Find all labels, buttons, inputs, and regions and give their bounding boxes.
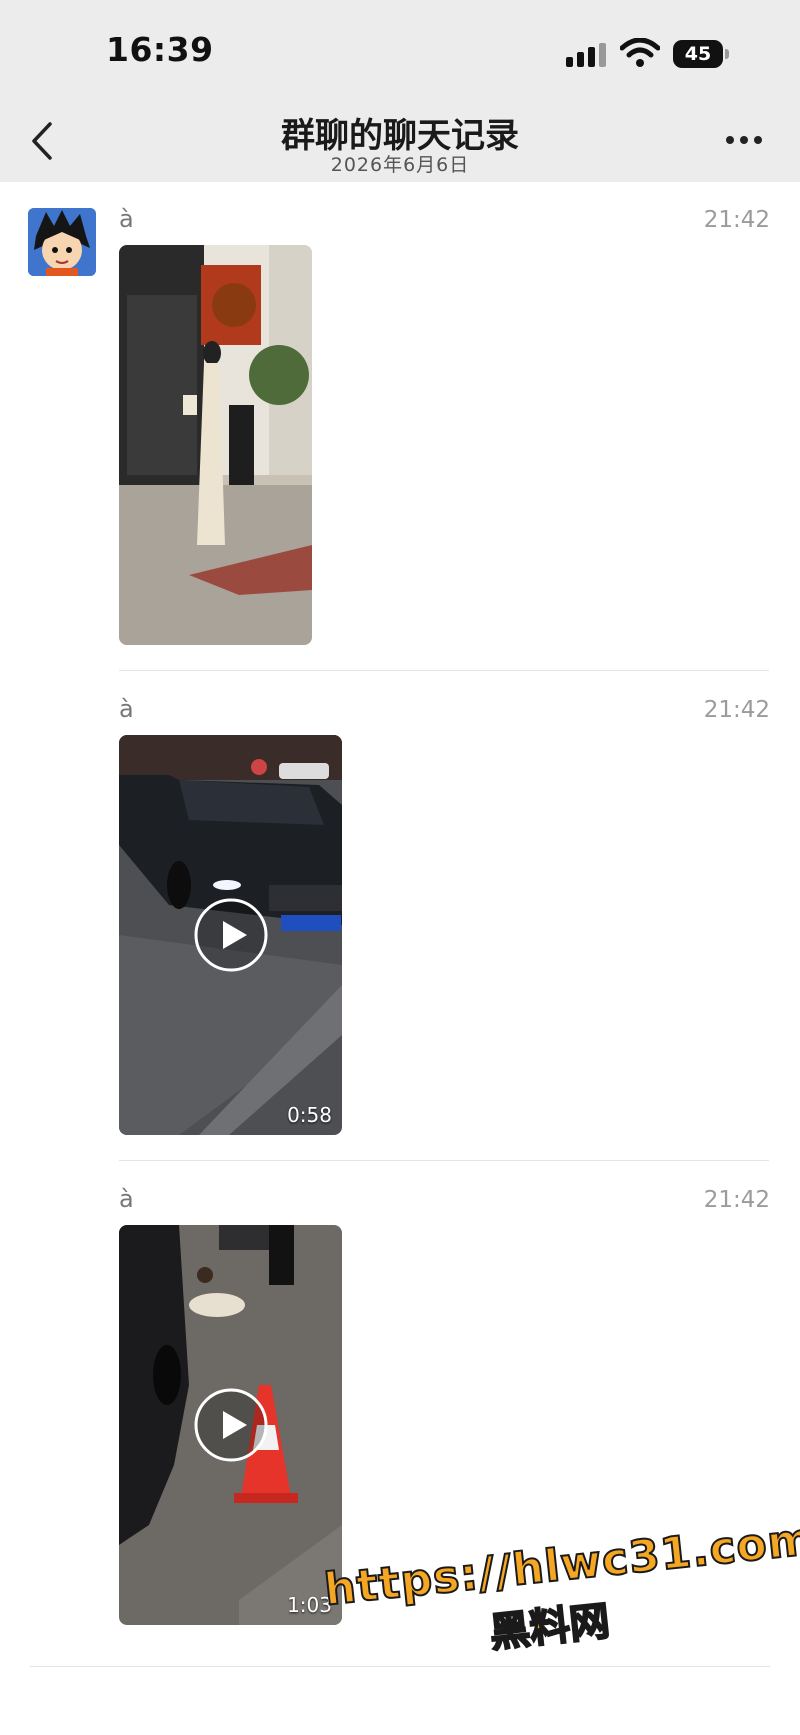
cellular-signal-icon	[566, 43, 608, 67]
battery-indicator: 45	[673, 40, 723, 68]
message-divider	[119, 670, 769, 671]
play-icon[interactable]	[193, 897, 269, 973]
message-time: 21:42	[703, 1187, 770, 1213]
message-time: 21:42	[703, 697, 770, 723]
video-message-thumbnail[interactable]: 1:03	[119, 1225, 342, 1625]
status-time: 16:39	[106, 30, 214, 69]
message-sender: à	[119, 695, 134, 723]
message-sender: à	[119, 205, 134, 233]
message-divider	[119, 1160, 769, 1161]
top-bar: 16:39 45 群聊的聊天记录 2026年6月6日	[0, 0, 800, 182]
chat-date: 2026年6月6日	[330, 154, 470, 176]
message-time: 21:42	[703, 207, 770, 233]
avatar[interactable]	[28, 208, 96, 276]
more-options-icon[interactable]	[724, 133, 764, 147]
video-message-thumbnail[interactable]: 0:58	[119, 735, 342, 1135]
image-message-thumbnail[interactable]	[119, 245, 312, 645]
video-duration: 0:58	[287, 1103, 332, 1127]
message-sender: à	[119, 1185, 134, 1213]
watermark: https://hlwc31.com 黑料网	[321, 1513, 800, 1714]
wifi-icon	[620, 38, 660, 67]
play-icon[interactable]	[193, 1387, 269, 1463]
battery-cap	[725, 49, 729, 59]
